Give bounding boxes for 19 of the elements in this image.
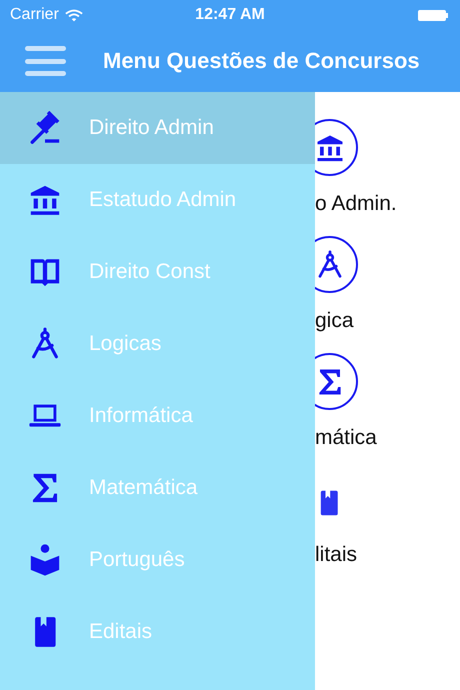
menu-item[interactable]: Informática [0, 380, 315, 452]
gavel-icon [28, 111, 62, 145]
wifi-icon [64, 8, 83, 22]
menu-item[interactable]: Estatudo Admin [0, 164, 315, 236]
screen-title: Menu Questões de Concursos [103, 48, 420, 74]
category-label: litais [315, 543, 358, 567]
clock-time: 12:47 AM [194, 6, 266, 24]
menu-item[interactable]: Logicas [0, 308, 315, 380]
category-label: o Admin. [315, 192, 398, 216]
menu-item[interactable]: Direito Const [0, 236, 315, 308]
battery-icon [418, 9, 450, 21]
menu-item[interactable]: Português [0, 524, 315, 596]
menu-item[interactable]: Direito Admin [0, 92, 315, 164]
menu-item[interactable]: Matemática [0, 452, 315, 524]
category-label: mática [315, 426, 378, 450]
category-label: gica [315, 309, 355, 333]
carrier-label: Carrier [10, 6, 59, 24]
menu-item[interactable]: Editais [0, 596, 315, 668]
menu-button[interactable] [25, 46, 66, 76]
